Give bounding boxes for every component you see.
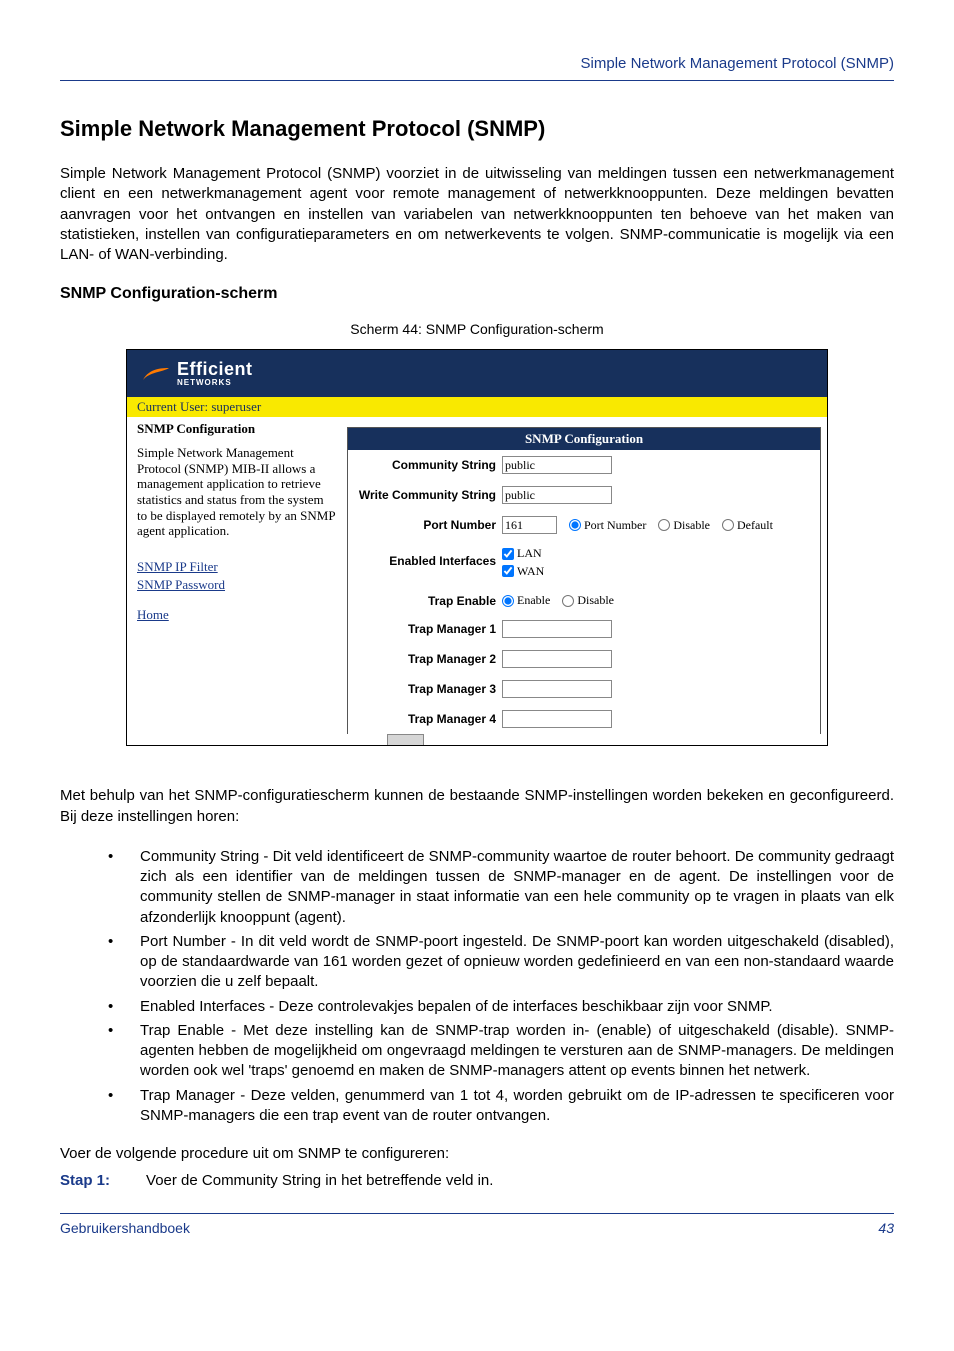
input-port-number[interactable] bbox=[502, 516, 557, 534]
radio-trap-enable-label: Enable bbox=[517, 593, 550, 608]
label-trap-manager-4: Trap Manager 4 bbox=[356, 712, 496, 726]
current-user-bar: Current User: superuser bbox=[127, 397, 827, 417]
figure-caption: Scherm 44: SNMP Configuration-scherm bbox=[60, 321, 894, 337]
footer-left: Gebruikershandboek bbox=[60, 1220, 190, 1236]
list-item: Trap Manager - Deze velden, genummerd va… bbox=[108, 1086, 894, 1127]
input-trap-manager-2[interactable] bbox=[502, 650, 612, 668]
radio-port-number[interactable]: Port Number bbox=[569, 518, 646, 533]
logo-text: Efficient bbox=[177, 359, 253, 379]
radio-trap-enable[interactable]: Enable bbox=[502, 593, 550, 608]
link-home[interactable]: Home bbox=[137, 607, 337, 623]
intro-paragraph: Simple Network Management Protocol (SNMP… bbox=[60, 164, 894, 265]
radio-trap-disable-label: Disable bbox=[577, 593, 614, 608]
left-panel-title: SNMP Configuration bbox=[137, 421, 337, 437]
section-title: Simple Network Management Protocol (SNMP… bbox=[60, 116, 894, 142]
radio-disable-label: Disable bbox=[673, 518, 710, 533]
input-trap-manager-3[interactable] bbox=[502, 680, 612, 698]
logo-subtext: NETWORKS bbox=[177, 378, 253, 387]
left-panel-description: Simple Network Management Protocol (SNMP… bbox=[137, 445, 337, 539]
input-trap-manager-4[interactable] bbox=[502, 710, 612, 728]
input-community-string[interactable] bbox=[502, 456, 612, 474]
config-panel-title: SNMP Configuration bbox=[348, 428, 820, 450]
radio-disable[interactable]: Disable bbox=[658, 518, 710, 533]
page-footer: Gebruikershandboek 43 bbox=[60, 1220, 894, 1236]
step-label: Stap 1: bbox=[60, 1172, 110, 1189]
list-item: Port Number - In dit veld wordt de SNMP-… bbox=[108, 932, 894, 993]
label-port-number: Port Number bbox=[356, 518, 496, 532]
page-header-title: Simple Network Management Protocol (SNMP… bbox=[60, 55, 894, 72]
label-community-string: Community String bbox=[356, 458, 496, 472]
list-item: Community String - Dit veld identificeer… bbox=[108, 847, 894, 928]
label-trap-manager-2: Trap Manager 2 bbox=[356, 652, 496, 666]
label-trap-manager-1: Trap Manager 1 bbox=[356, 622, 496, 636]
screenshot-header: Efficient NETWORKS bbox=[127, 350, 827, 397]
brand-logo: Efficient NETWORKS bbox=[141, 360, 813, 387]
label-trap-manager-3: Trap Manager 3 bbox=[356, 682, 496, 696]
list-item: Enabled Interfaces - Deze controlevakjes… bbox=[108, 997, 894, 1017]
sub-section-title: SNMP Configuration-scherm bbox=[60, 285, 894, 303]
check-wan-label: WAN bbox=[517, 564, 544, 579]
radio-port-number-label: Port Number bbox=[584, 518, 646, 533]
apply-button-partial[interactable] bbox=[387, 734, 424, 745]
input-write-community-string[interactable] bbox=[502, 486, 612, 504]
swoosh-icon bbox=[141, 362, 171, 386]
check-wan[interactable]: WAN bbox=[502, 564, 544, 579]
header-rule bbox=[60, 80, 894, 81]
check-lan-label: LAN bbox=[517, 546, 542, 561]
label-write-community-string: Write Community String bbox=[356, 488, 496, 502]
footer-rule bbox=[60, 1213, 894, 1214]
radio-trap-disable[interactable]: Disable bbox=[562, 593, 614, 608]
label-enabled-interfaces: Enabled Interfaces bbox=[356, 546, 496, 568]
radio-default[interactable]: Default bbox=[722, 518, 773, 533]
link-snmp-password[interactable]: SNMP Password bbox=[137, 577, 337, 593]
bullet-list: Community String - Dit veld identificeer… bbox=[60, 847, 894, 1126]
label-trap-enable: Trap Enable bbox=[356, 594, 496, 608]
radio-default-label: Default bbox=[737, 518, 773, 533]
snmp-config-screenshot: Efficient NETWORKS Current User: superus… bbox=[126, 349, 828, 746]
step-row: Stap 1: Voer de Community String in het … bbox=[60, 1172, 894, 1189]
footer-page-number: 43 bbox=[878, 1220, 894, 1236]
post-screenshot-paragraph: Met behulp van het SNMP-configuratiesche… bbox=[60, 786, 894, 827]
right-panel: SNMP Configuration Community String Writ… bbox=[347, 417, 827, 745]
link-snmp-ip-filter[interactable]: SNMP IP Filter bbox=[137, 559, 337, 575]
step-text: Voer de Community String in het betreffe… bbox=[146, 1172, 493, 1189]
check-lan[interactable]: LAN bbox=[502, 546, 542, 561]
list-item: Trap Enable - Met deze instelling kan de… bbox=[108, 1021, 894, 1082]
left-panel: SNMP Configuration Simple Network Manage… bbox=[127, 417, 347, 635]
input-trap-manager-1[interactable] bbox=[502, 620, 612, 638]
procedure-intro: Voer de volgende procedure uit om SNMP t… bbox=[60, 1144, 894, 1164]
